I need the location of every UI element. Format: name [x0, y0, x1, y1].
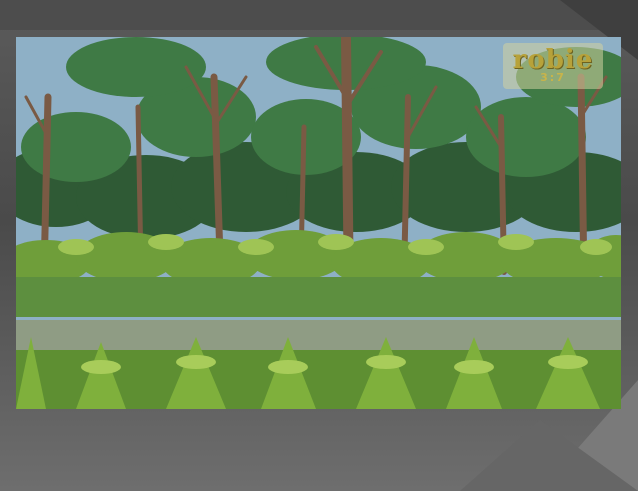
- channel-logo: robie 3:7: [503, 43, 603, 89]
- forest-scene: [16, 37, 621, 409]
- logo-sub-text: 3:7: [540, 71, 566, 84]
- video-frame: robie 3:7: [16, 37, 621, 409]
- dirt-path: [16, 320, 621, 350]
- logo-main-text: robie: [512, 45, 594, 75]
- ground-cover: [16, 277, 621, 317]
